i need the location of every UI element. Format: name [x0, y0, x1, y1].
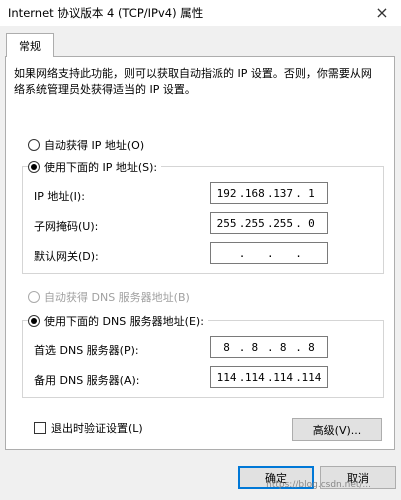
validate-on-exit[interactable]: 退出时验证设置(L): [34, 420, 143, 436]
watermark-url: https://blog.csdn.net/...: [266, 480, 371, 490]
radio-manual-ip-label: 使用下面的 IP 地址(S):: [44, 161, 158, 174]
octet-dot: .: [295, 216, 302, 230]
octet-dot: .: [295, 340, 302, 354]
ip-octet: 137: [273, 186, 294, 200]
advanced-button[interactable]: 高级(V)...: [292, 418, 382, 441]
radio-auto-dns-label: 自动获得 DNS 服务器地址(B): [44, 291, 190, 304]
octet-dot: .: [295, 246, 302, 260]
radio-manual-dns[interactable]: 使用下面的 DNS 服务器地址(E):: [28, 313, 208, 329]
description-line-1: 如果网络支持此功能，则可以获取自动指派的 IP 设置。否则，你需要从网: [14, 67, 372, 80]
ip-octet: 255: [216, 216, 237, 230]
radio-manual-ip[interactable]: 使用下面的 IP 地址(S):: [28, 159, 162, 175]
octet-dot: .: [266, 186, 274, 200]
default-gateway-label: 默认网关(D):: [34, 250, 99, 263]
validate-label: 退出时验证设置(L): [51, 422, 143, 435]
subnet-mask-label: 子网掩码(U):: [34, 220, 99, 233]
octet-dot: .: [295, 370, 302, 384]
radio-auto-dns-circle[interactable]: [28, 291, 40, 303]
preferred-dns-input[interactable]: 8. 8. 8. 8: [210, 336, 328, 358]
octet-dot: .: [295, 186, 302, 200]
subnet-mask-input[interactable]: 255. 255. 255. 0: [210, 212, 328, 234]
close-icon[interactable]: ×: [369, 1, 395, 23]
tab-general[interactable]: 常规: [6, 33, 54, 57]
ip-octet: 255: [244, 216, 265, 230]
advanced-button-label: 高级(V)...: [312, 423, 362, 437]
ip-octet: 168: [244, 186, 265, 200]
preferred-dns-label: 首选 DNS 服务器(P):: [34, 344, 139, 357]
ip-octet: 8: [308, 340, 315, 354]
ip-octet: 255: [273, 216, 294, 230]
tab-general-label: 常规: [19, 39, 41, 53]
ip-octet: 114: [216, 370, 237, 384]
radio-auto-ip-circle[interactable]: [28, 139, 40, 151]
radio-manual-dns-circle[interactable]: [28, 315, 40, 327]
title-bar: Internet 协议版本 4 (TCP/IPv4) 属性 ×: [0, 0, 401, 26]
radio-auto-ip[interactable]: 自动获得 IP 地址(O): [28, 137, 149, 153]
ip-octet: 114: [301, 370, 322, 384]
octet-dot: .: [238, 186, 246, 200]
ip-octet: 8: [223, 340, 230, 354]
octet-dot: .: [266, 340, 274, 354]
ip-address-input[interactable]: 192. 168. 137. 1: [210, 182, 328, 204]
validate-checkbox[interactable]: [34, 422, 46, 434]
ip-octet: 0: [308, 216, 315, 230]
ip-octet: 8: [251, 340, 259, 354]
default-gateway-input[interactable]: . . .: [210, 242, 328, 264]
radio-manual-ip-circle[interactable]: [28, 161, 40, 173]
alternate-dns-input[interactable]: 114. 114. 114. 114: [210, 366, 328, 388]
window-title: Internet 协议版本 4 (TCP/IPv4) 属性: [8, 6, 204, 20]
ip-octet: 8: [279, 340, 287, 354]
radio-manual-dns-label: 使用下面的 DNS 服务器地址(E):: [44, 315, 204, 328]
octet-dot: .: [238, 246, 246, 260]
alternate-dns-label: 备用 DNS 服务器(A):: [34, 374, 140, 387]
radio-auto-ip-label: 自动获得 IP 地址(O): [44, 139, 145, 152]
octet-dot: .: [238, 216, 246, 230]
octet-dot: .: [238, 370, 246, 384]
octet-dot: .: [238, 340, 246, 354]
octet-dot: .: [266, 370, 274, 384]
octet-dot: .: [266, 216, 274, 230]
ip-address-label: IP 地址(I):: [34, 190, 85, 203]
ip-octet: 114: [244, 370, 265, 384]
description: 如果网络支持此功能，则可以获取自动指派的 IP 设置。否则，你需要从网 络系统管…: [14, 66, 384, 98]
octet-dot: .: [266, 246, 274, 260]
ip-octet: 1: [308, 186, 315, 200]
ip-octet: 192: [216, 186, 237, 200]
radio-auto-dns[interactable]: 自动获得 DNS 服务器地址(B): [28, 289, 194, 305]
description-line-2: 络系统管理员处获得适当的 IP 设置。: [14, 83, 196, 96]
ip-octet: 114: [273, 370, 294, 384]
